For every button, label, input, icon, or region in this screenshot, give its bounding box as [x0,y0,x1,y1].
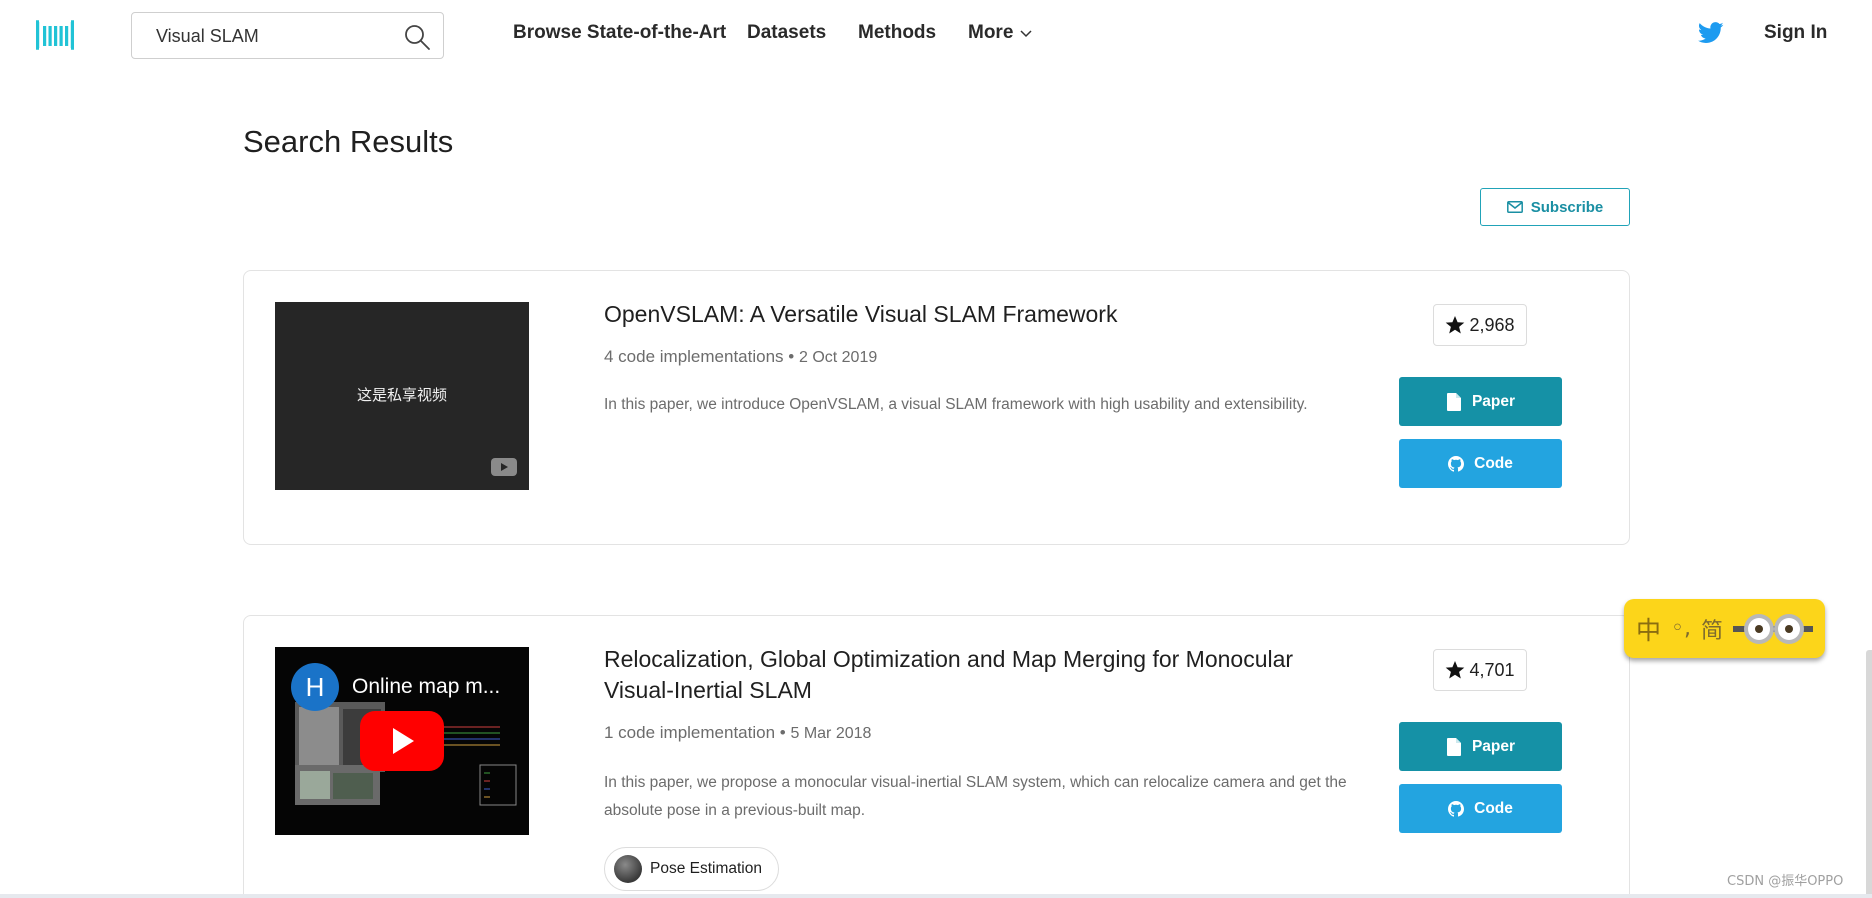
search-input[interactable] [156,23,396,49]
subscribe-button[interactable]: Subscribe [1480,188,1630,226]
search-box[interactable] [131,12,444,59]
nav-more-label: More [968,22,1014,43]
github-stars-badge[interactable]: 2,968 [1433,304,1527,346]
star-icon [1446,661,1465,679]
twitter-icon[interactable] [1698,22,1724,44]
github-stars-badge[interactable]: 4,701 [1433,649,1527,691]
paper-meta: 1 code implementation • 5 Mar 2018 [604,723,871,743]
paper-button[interactable]: Paper [1399,722,1562,771]
video-thumbnail[interactable]: 这是私享视频 [275,302,529,490]
youtube-icon [491,458,517,476]
code-implementations-link[interactable]: 4 code implementations [604,347,784,366]
chevron-down-icon [1020,30,1032,38]
subscribe-label: Subscribe [1530,198,1604,216]
ime-language-toggle[interactable]: 中 [1636,611,1661,647]
nav-browse-sota[interactable]: Browse State-of-the-Art [513,22,726,44]
ime-simplified-toggle[interactable]: 简 [1701,613,1723,645]
star-count: 4,701 [1469,659,1515,680]
paper-button[interactable]: Paper [1399,377,1562,426]
ime-toolbar[interactable]: 中 ◦, 简 [1624,599,1825,658]
bottom-border [0,894,1872,898]
code-button-label: Code [1474,799,1513,817]
csdn-watermark: CSDN @振华OPPO [1727,874,1844,889]
paper-title-link[interactable]: Relocalization, Global Optimization and … [604,644,1344,706]
envelope-icon [1506,201,1523,213]
paper-title-link[interactable]: OpenVSLAM: A Versatile Visual SLAM Frame… [604,299,1364,330]
github-icon [1448,455,1465,472]
nav-datasets[interactable]: Datasets [747,22,826,44]
meta-separator: • [788,347,799,366]
channel-avatar: H [291,663,339,711]
papers-with-code-logo[interactable] [36,18,74,52]
nav-more-dropdown[interactable]: More [968,22,1033,44]
paper-button-label: Paper [1471,737,1516,755]
result-card: 这是私享视频 OpenVSLAM: A Versatile Visual SLA… [243,270,1630,545]
private-video-text: 这是私享视频 [356,386,447,404]
code-button[interactable]: Code [1399,439,1562,488]
document-icon [1446,737,1461,756]
nav-methods[interactable]: Methods [858,22,936,44]
github-icon [1448,800,1465,817]
paper-abstract: In this paper, we introduce OpenVSLAM, a… [604,396,1308,413]
sign-in-link[interactable]: Sign In [1764,22,1827,44]
star-count: 2,968 [1469,314,1515,335]
video-title: Online map m... [352,675,501,698]
result-card: H Online map m... Relocalization, Global… [243,615,1630,898]
page-title: Search Results [243,124,454,159]
paper-meta: 4 code implementations • 2 Oct 2019 [604,347,877,367]
scrollbar[interactable] [1866,650,1872,898]
ime-mascot-icon[interactable] [1733,609,1814,649]
task-thumbnail [614,855,642,883]
ime-punctuation-toggle[interactable]: ◦, [1671,616,1691,641]
paper-abstract: In this paper, we propose a monocular vi… [604,774,1347,819]
publication-date: 5 Mar 2018 [790,725,872,742]
star-icon [1446,316,1465,334]
task-tag-pose-estimation[interactable]: Pose Estimation [604,847,779,891]
document-icon [1446,392,1461,411]
code-button-label: Code [1474,454,1513,472]
code-implementations-link[interactable]: 1 code implementation [604,723,775,742]
code-button[interactable]: Code [1399,784,1562,833]
task-tag-label: Pose Estimation [650,860,762,877]
search-icon[interactable] [403,23,431,51]
video-thumbnail[interactable]: H Online map m... [275,647,529,835]
publication-date: 2 Oct 2019 [798,349,878,366]
paper-button-label: Paper [1471,392,1516,410]
meta-separator: • [779,723,791,742]
youtube-play-icon[interactable] [360,711,444,771]
top-navbar: Browse State-of-the-Art Datasets Methods… [0,0,1872,68]
